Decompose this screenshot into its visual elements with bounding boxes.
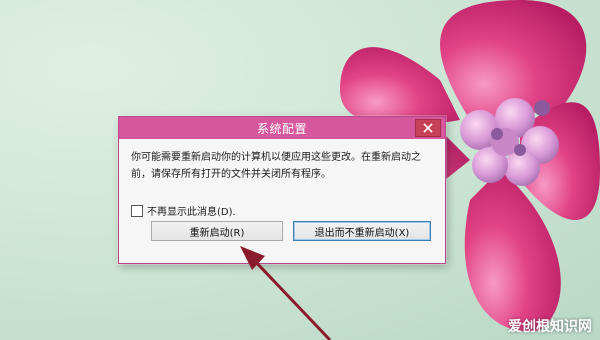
watermark-text: 爱创根知识网 — [508, 319, 592, 335]
arrow-annotation — [240, 246, 332, 340]
